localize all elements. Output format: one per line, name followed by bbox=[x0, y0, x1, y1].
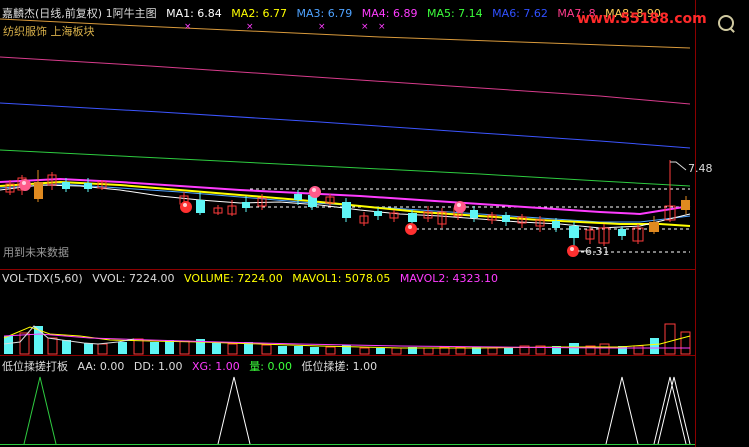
high-pointer bbox=[670, 161, 687, 171]
cross-marker: × bbox=[361, 22, 369, 32]
signal-ball-highlight bbox=[22, 181, 26, 185]
indicator-name: 低位揉搓打板 bbox=[2, 360, 68, 373]
vol-bar bbox=[391, 347, 402, 355]
ma5-value: MA5: 7.14 bbox=[426, 7, 483, 20]
ma-cross-markers: × × × × × bbox=[184, 22, 386, 32]
vol-bar bbox=[423, 347, 434, 355]
signal-triangle bbox=[23, 376, 57, 445]
vol-bar bbox=[294, 346, 303, 354]
vol-bar bbox=[680, 331, 691, 355]
signal-ball bbox=[567, 245, 579, 257]
cross-marker: × bbox=[246, 22, 254, 32]
aa-value: AA: 0.00 bbox=[77, 360, 125, 373]
candle-down bbox=[62, 182, 70, 189]
mavol1-value: MAVOL1: 5078.05 bbox=[292, 272, 391, 285]
signal-triangle bbox=[657, 376, 691, 445]
cross-marker: × bbox=[318, 22, 326, 32]
ma3-value: MA3: 6.79 bbox=[296, 7, 353, 20]
candle-down bbox=[242, 202, 250, 208]
vol-bar bbox=[325, 346, 336, 355]
vol-bar bbox=[278, 346, 287, 354]
candle-down bbox=[618, 229, 626, 236]
stock-title: 嘉麟杰(日线,前复权) 1阿牛主图 bbox=[2, 7, 157, 20]
candle-down bbox=[470, 210, 478, 218]
cross-marker: × bbox=[378, 22, 386, 32]
vol-bar bbox=[261, 344, 272, 355]
main-chart-header: 嘉麟杰(日线,前复权) 1阿牛主图 MA1: 6.84 MA2: 6.77 MA… bbox=[2, 7, 667, 21]
mavol2-value: MAVOL2: 4323.10 bbox=[399, 272, 499, 285]
candle-down bbox=[649, 222, 659, 232]
candle-down bbox=[196, 200, 205, 213]
site-watermark: www.55188.com bbox=[577, 11, 707, 27]
future-data-notice: 用到未来数据 bbox=[3, 246, 69, 259]
indicator-panel-header: 低位揉搓打板 AA: 0.00 DD: 1.00 XG: 1.00 量: 0.0… bbox=[2, 360, 383, 374]
price-low-label: 6.31 bbox=[585, 245, 610, 258]
vol-bar bbox=[650, 338, 659, 354]
vol-bar bbox=[376, 348, 385, 354]
vol-bar bbox=[569, 343, 579, 354]
volume-panel-header: VOL-TDX(5,60) VVOL: 7224.00 VOLUME: 7224… bbox=[2, 272, 504, 286]
cross-marker: × bbox=[184, 22, 192, 32]
signal-triangle bbox=[217, 376, 251, 445]
vol-bar bbox=[664, 323, 676, 355]
ma1-value: MA1: 6.84 bbox=[166, 7, 222, 20]
ma7-line bbox=[0, 56, 691, 105]
candle-down bbox=[342, 202, 351, 218]
dd-value: DD: 1.00 bbox=[133, 360, 183, 373]
vol-bar bbox=[179, 340, 190, 355]
vol-bar bbox=[212, 343, 221, 354]
vol-bar bbox=[633, 345, 644, 355]
signal-ball bbox=[309, 186, 321, 198]
vol-bar bbox=[4, 336, 13, 354]
vol-bar bbox=[62, 340, 71, 354]
candle-down bbox=[34, 182, 43, 199]
vol-bar bbox=[47, 337, 58, 355]
vol-bar bbox=[97, 343, 108, 355]
vol-bar bbox=[599, 343, 610, 355]
candle-down bbox=[84, 183, 92, 189]
candle-down bbox=[569, 226, 579, 238]
signal-ball bbox=[19, 179, 31, 191]
signal-ball-highlight bbox=[312, 188, 316, 192]
chart-window[interactable]: × × × × × 嘉麟杰(日线,前复权) 1阿牛主图 MA1: 6.84 MA… bbox=[0, 0, 749, 447]
xg-value: XG: 1.00 bbox=[192, 360, 240, 373]
vol-bar bbox=[359, 347, 370, 355]
volume-flag-value: 量: 0.00 bbox=[249, 360, 292, 373]
signal-ball-highlight bbox=[457, 203, 461, 207]
candle-down bbox=[552, 221, 560, 228]
vol-bar bbox=[487, 347, 498, 355]
signal-ball bbox=[454, 201, 466, 213]
signal-triangle bbox=[653, 376, 687, 445]
price-chart-canvas[interactable]: × × × × × bbox=[0, 0, 749, 447]
low-rub-value: 低位揉搓: 1.00 bbox=[301, 360, 378, 373]
vol-bar bbox=[165, 340, 174, 354]
candle-down bbox=[502, 215, 510, 222]
vvol-value: VVOL: 7224.00 bbox=[92, 272, 175, 285]
signal-ball bbox=[405, 223, 417, 235]
vol-indicator-name: VOL-TDX(5,60) bbox=[2, 272, 83, 285]
ma6-line bbox=[0, 102, 691, 149]
signal-ball-highlight bbox=[183, 203, 187, 207]
candlesticks bbox=[5, 160, 690, 250]
candle-down bbox=[294, 194, 302, 200]
vol-bar bbox=[118, 342, 127, 354]
signal-ball-highlight bbox=[408, 225, 412, 229]
price-high-label: 7.48 bbox=[688, 162, 713, 175]
signal-ball bbox=[180, 201, 192, 213]
candle-down bbox=[374, 211, 382, 216]
vol-bar bbox=[310, 347, 319, 354]
candle-down bbox=[408, 213, 417, 222]
vol-bar bbox=[84, 343, 93, 354]
vol-bar bbox=[227, 343, 238, 355]
ma2-value: MA2: 6.77 bbox=[231, 7, 288, 20]
signal-ball-highlight bbox=[570, 247, 574, 251]
signal-triangle bbox=[605, 376, 639, 445]
sector-label: 纺织服饰 上海板块 bbox=[3, 25, 95, 38]
candle-down bbox=[681, 200, 690, 210]
search-icon[interactable] bbox=[718, 15, 734, 31]
volume-value: VOLUME: 7224.00 bbox=[184, 272, 283, 285]
ma6-value: MA6: 7.62 bbox=[492, 7, 548, 20]
vol-bar bbox=[150, 342, 159, 354]
ma4-value: MA4: 6.89 bbox=[361, 7, 418, 20]
